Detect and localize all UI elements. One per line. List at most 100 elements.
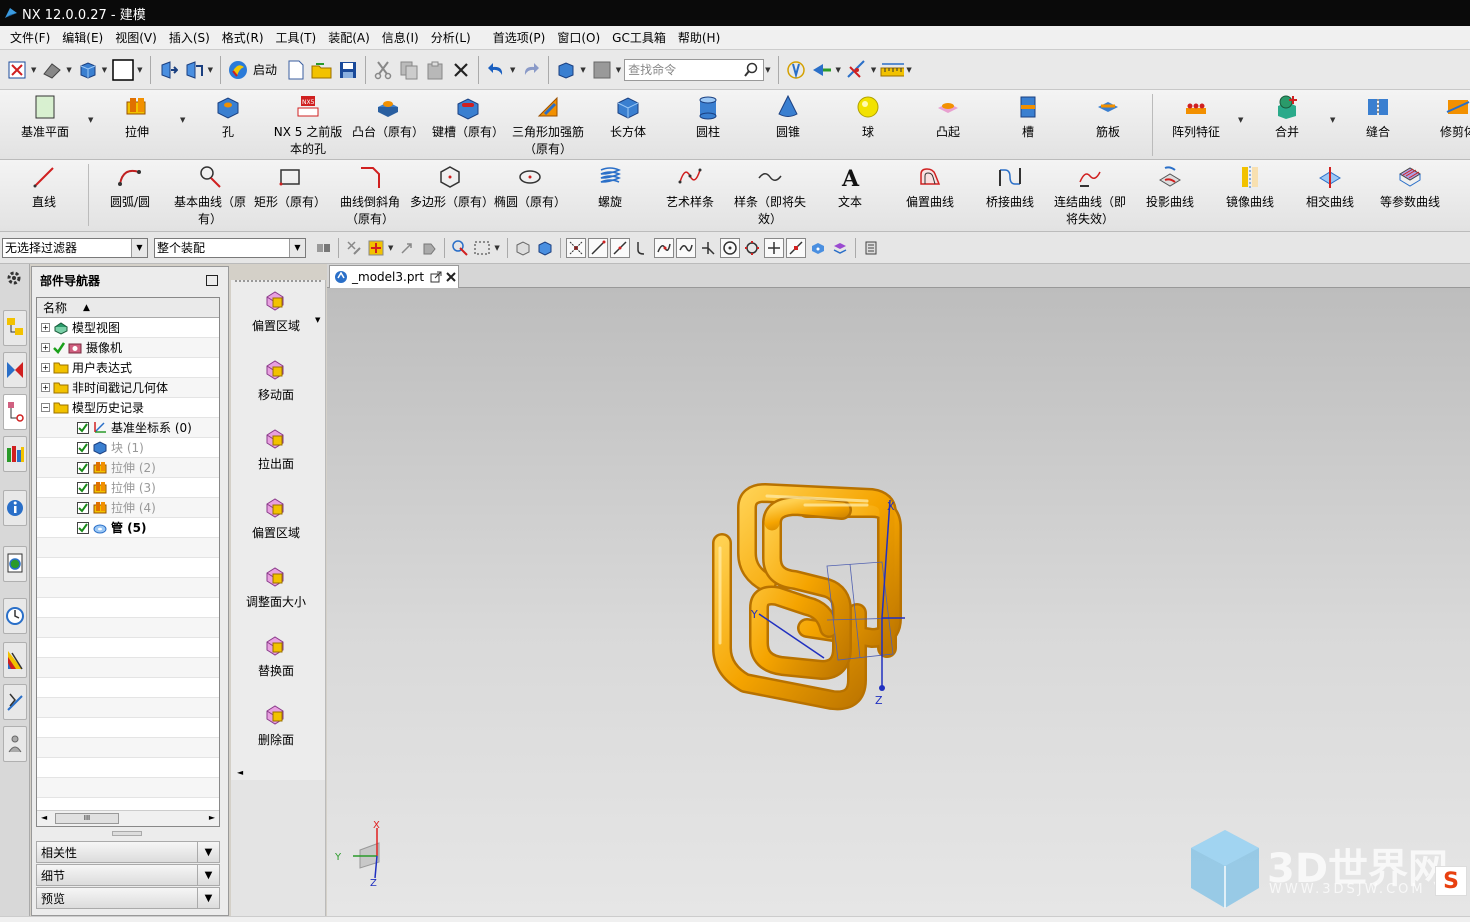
splitter-handle[interactable] — [112, 831, 142, 836]
name-column-header[interactable]: 名称 ▲ — [37, 298, 219, 318]
helix-command[interactable]: 螺旋 — [570, 164, 650, 211]
mirror-curve-command[interactable]: 镜像曲线 — [1210, 164, 1290, 211]
rectangle-select-icon[interactable] — [472, 238, 492, 258]
menu-information[interactable]: 信息(I) — [376, 27, 425, 49]
tree-row[interactable]: + 用户表达式 — [37, 358, 219, 378]
block-command[interactable]: 长方体 — [588, 94, 668, 141]
polygon-command[interactable]: 多边形（原有） — [410, 164, 494, 211]
web-browser-tab[interactable] — [3, 546, 27, 582]
hd3d-tools-tab[interactable] — [3, 490, 27, 526]
rectangle-command[interactable]: 矩形（原有） — [250, 164, 330, 211]
boss-command[interactable]: 凸台（原有） — [348, 94, 428, 141]
resize-face-command[interactable]: 调整面大小 — [231, 564, 321, 610]
expand-icon[interactable]: + — [41, 343, 50, 352]
snap-point-icon[interactable] — [366, 238, 386, 258]
move-point-icon[interactable] — [397, 238, 417, 258]
dart-command[interactable]: 三角形加强筋（原有） — [508, 94, 588, 158]
offset-curve-command[interactable]: 偏置曲线 — [890, 164, 970, 211]
groove-command[interactable]: 槽 — [988, 94, 1068, 141]
undock-icon[interactable] — [430, 271, 442, 283]
touch-mode-icon[interactable] — [784, 58, 808, 82]
snap-curve-icon[interactable] — [653, 237, 674, 258]
menu-help[interactable]: 帮助(H) — [672, 27, 726, 49]
text-command[interactable]: A 文本 — [810, 164, 890, 211]
spline-command[interactable]: 样条（即将失效） — [730, 164, 810, 228]
arc-command[interactable]: 圆弧/圆 — [90, 164, 170, 211]
line-command[interactable]: 直线 — [4, 164, 84, 211]
snap-view-icon[interactable] — [810, 58, 834, 82]
view-triad[interactable]: X Y Z — [334, 820, 380, 889]
command-search-input[interactable]: 查找命令 — [624, 58, 765, 81]
ellipse-command[interactable]: 椭圆（原有） — [490, 164, 570, 211]
menu-gc-toolkit[interactable]: GC工具箱 — [606, 27, 672, 49]
snap-center-icon[interactable] — [719, 237, 740, 258]
scrollbar-thumb[interactable]: III — [55, 813, 119, 824]
details-panel[interactable]: 细节 ▼ — [36, 864, 220, 886]
tree-row[interactable]: 基准坐标系 (0) — [37, 418, 219, 438]
document-tab[interactable]: _model3.prt — [329, 265, 459, 288]
extrude-command[interactable]: 拉伸 — [97, 94, 177, 141]
snap-line-icon[interactable] — [587, 237, 608, 258]
curve-chamfer-command[interactable]: 曲线倒斜角（原有） — [330, 164, 410, 228]
chevron-down-icon[interactable]: ▼ — [180, 116, 185, 124]
expand-icon[interactable]: + — [41, 323, 50, 332]
menu-window[interactable]: 窗口(O) — [551, 27, 606, 49]
menu-tools[interactable]: 工具(T) — [270, 27, 323, 49]
maximize-icon[interactable] — [206, 275, 218, 286]
cone-command[interactable]: 圆锥 — [748, 94, 828, 141]
cylinder-command[interactable]: 圆柱 — [668, 94, 748, 141]
datum-plane-command[interactable]: 基准平面 — [5, 94, 85, 141]
feature-filter-icon[interactable] — [344, 238, 364, 258]
transform-icon[interactable] — [419, 238, 439, 258]
process-studio-tab[interactable] — [3, 684, 27, 720]
model-canvas[interactable]: X Y Z X Y Z — [327, 288, 1470, 916]
cut-icon[interactable] — [371, 58, 395, 82]
layer-icon[interactable] — [590, 58, 614, 82]
part-icon[interactable] — [554, 58, 578, 82]
offset-region-command[interactable]: 偏置区域 — [231, 288, 321, 334]
trim-body-command[interactable]: 修剪体 — [1418, 94, 1470, 141]
project-curve-command[interactable]: 投影曲线 — [1130, 164, 1210, 211]
tree-row[interactable]: 拉伸 (4) — [37, 498, 219, 518]
snap-tangent-icon[interactable] — [632, 238, 652, 258]
snap-midpoint-icon[interactable] — [609, 237, 630, 258]
snap-endpoint-icon[interactable] — [565, 237, 586, 258]
preview-panel[interactable]: 预览 ▼ — [36, 887, 220, 909]
checkbox[interactable] — [77, 421, 89, 434]
pull-face-command[interactable]: 拉出面 — [231, 426, 321, 472]
redo-icon[interactable] — [519, 58, 543, 82]
move-face-command[interactable]: 移动面 — [231, 357, 321, 403]
copy-icon[interactable] — [397, 58, 421, 82]
chevron-down-icon[interactable]: ▼ — [88, 116, 93, 124]
checkbox[interactable] — [77, 501, 89, 514]
menu-assemblies[interactable]: 装配(A) — [322, 27, 376, 49]
sphere-command[interactable]: 球 — [828, 94, 908, 141]
select-body-icon[interactable] — [513, 238, 533, 258]
tree-row[interactable]: + 摄像机 — [37, 338, 219, 358]
horizontal-scrollbar[interactable]: ◄ III ► — [37, 810, 219, 826]
undo-icon[interactable] — [484, 58, 508, 82]
menu-edit[interactable]: 编辑(E) — [56, 27, 109, 49]
menu-insert[interactable]: 插入(S) — [163, 27, 216, 49]
assembly-navigator-tab[interactable] — [3, 310, 27, 346]
point-dialog-icon[interactable] — [845, 58, 869, 82]
input-method-icon[interactable]: S — [1435, 866, 1467, 896]
slot-command[interactable]: 键槽（原有） — [428, 94, 508, 141]
intersection-curve-command[interactable]: 相交曲线 — [1290, 164, 1370, 211]
snap-existing-point-icon[interactable] — [763, 237, 784, 258]
start-button[interactable]: 启动 — [225, 57, 283, 83]
menu-preferences[interactable]: 首选项(P) — [487, 27, 552, 49]
measure-distance-icon[interactable] — [880, 58, 905, 82]
isoparametric-curve-command[interactable]: 等参数曲线 — [1370, 164, 1450, 211]
system-materials-tab[interactable] — [3, 642, 27, 678]
render-style-icon[interactable] — [76, 58, 100, 82]
replace-face-command[interactable]: 替换面 — [231, 633, 321, 679]
select-face-icon[interactable] — [535, 238, 555, 258]
selection-scope-dropdown[interactable]: 整个装配 ▼ — [154, 237, 306, 258]
checkbox[interactable] — [77, 481, 89, 494]
hole-command[interactable]: 孔 — [188, 94, 268, 141]
emboss-command[interactable]: 凸起 — [908, 94, 988, 141]
save-icon[interactable] — [336, 58, 360, 82]
tree-row[interactable]: − 模型历史记录 — [37, 398, 219, 418]
offset-region-2-command[interactable]: 偏置区域 — [231, 495, 321, 541]
